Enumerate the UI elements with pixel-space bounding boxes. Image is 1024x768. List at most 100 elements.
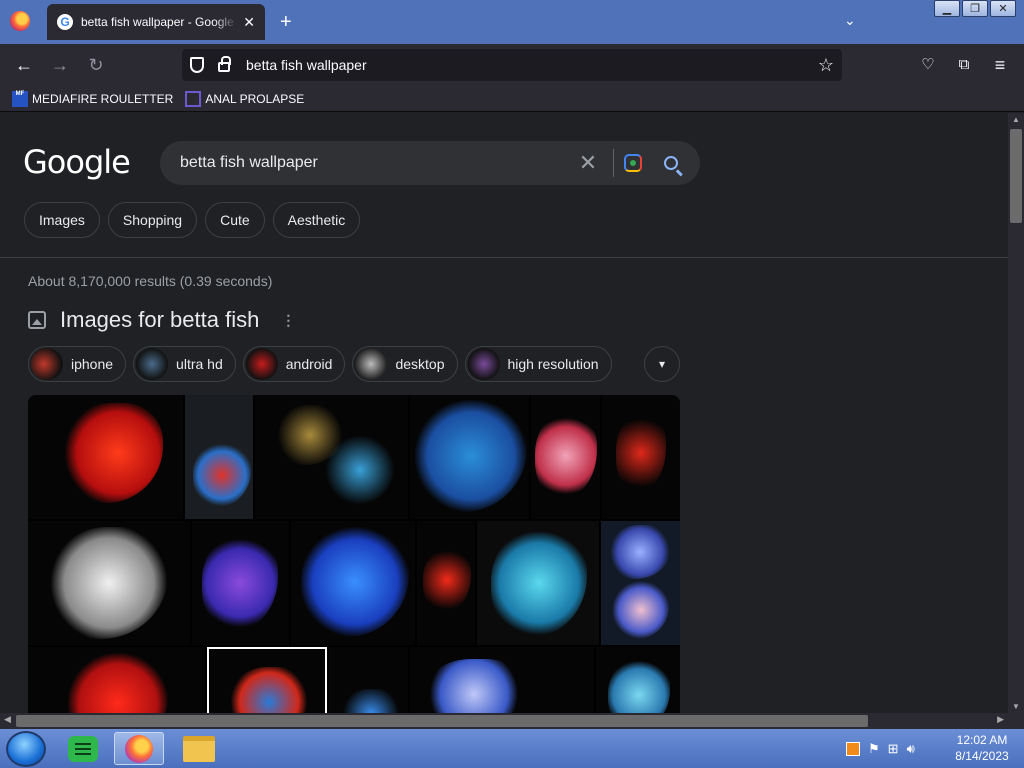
image-result[interactable] (291, 521, 415, 645)
flag-icon[interactable]: ⚑ (868, 741, 880, 757)
scroll-up-arrow-icon[interactable]: ▲ (1012, 115, 1020, 124)
tracking-protection-shield-icon[interactable] (190, 57, 204, 73)
tab-google-search[interactable]: G betta fish wallpaper - Google Search ✕ (47, 4, 265, 40)
clear-search-icon[interactable]: ✕ (573, 150, 603, 176)
taskbar-file-explorer[interactable] (174, 732, 224, 765)
new-tab-button[interactable]: + (280, 10, 292, 34)
close-window-button[interactable]: ✕ (990, 0, 1016, 17)
image-result[interactable] (596, 647, 680, 713)
chip-cute[interactable]: Cute (205, 202, 265, 238)
refine-chip-ultra-hd[interactable]: ultra hd (133, 346, 236, 382)
expand-chips-chevron-icon[interactable]: ▾ (644, 346, 680, 382)
more-options-icon[interactable]: ⋮ (281, 312, 295, 329)
image-result[interactable] (329, 647, 408, 713)
refine-chip-high-resolution[interactable]: high resolution (464, 346, 612, 382)
image-result[interactable] (409, 395, 530, 519)
bookmark-label: MEDIAFIRE ROULETTER (32, 91, 174, 106)
system-tray: ⚑ ⊞ 🔊︎ (846, 741, 923, 757)
clock-date: 8/14/2023 (955, 749, 1009, 763)
reload-icon[interactable]: ↻ (84, 53, 108, 77)
image-result[interactable] (602, 395, 680, 519)
pocket-icon[interactable]: ♡ (916, 53, 940, 77)
image-result[interactable] (28, 521, 190, 645)
extensions-puzzle-icon[interactable]: ⧉ (952, 53, 976, 77)
image-result[interactable] (410, 647, 594, 713)
chip-thumbnail (136, 348, 169, 380)
image-result[interactable] (184, 395, 254, 519)
page-content: Google betta fish wallpaper ✕ Images Sho… (0, 113, 1008, 713)
chip-label: high resolution (507, 356, 599, 372)
minimize-button[interactable]: ▁ (934, 0, 960, 17)
scroll-right-arrow-icon[interactable]: ▶ (997, 714, 1004, 725)
chip-thumbnail (245, 348, 278, 380)
list-all-tabs-chevron-icon[interactable]: ⌄ (844, 12, 856, 29)
bookmark-label: ANAL PROLAPSE (205, 91, 305, 106)
back-arrow-icon[interactable]: ← (12, 53, 36, 77)
scroll-down-arrow-icon[interactable]: ▼ (1012, 702, 1020, 711)
chip-thumbnail (467, 348, 500, 380)
chip-images[interactable]: Images (24, 202, 100, 238)
menu-hamburger-icon[interactable]: ≡ (988, 53, 1012, 77)
tab-strip: G betta fish wallpaper - Google Search ✕… (0, 0, 1024, 44)
chip-label: ultra hd (176, 356, 223, 372)
refine-chip-android[interactable]: android (242, 346, 346, 382)
vertical-scrollbar[interactable]: ▲ ▼ (1008, 113, 1024, 713)
image-result[interactable] (28, 647, 205, 713)
notes-icon (68, 735, 98, 762)
image-result[interactable] (417, 521, 475, 645)
bookmark-mediafire-rouletter[interactable]: MF MEDIAFIRE ROULETTER (12, 90, 174, 107)
image-result-selected[interactable] (207, 647, 327, 713)
bookmark-star-icon[interactable]: ☆ (818, 55, 834, 76)
bookmark-anal-prolapse[interactable]: ANAL PROLAPSE (185, 90, 305, 107)
tab-title: betta fish wallpaper - Google Search (81, 15, 237, 29)
chip-shopping[interactable]: Shopping (107, 202, 198, 238)
refine-chip-desktop[interactable]: desktop (352, 346, 458, 382)
image-result[interactable] (192, 521, 289, 645)
forward-arrow-icon[interactable]: → (48, 53, 72, 77)
window-controls: ▁ ❐ ✕ (932, 0, 1016, 18)
tray-app-icon[interactable] (846, 742, 860, 756)
volume-icon[interactable]: 🔊︎ (907, 741, 915, 757)
image-result[interactable] (255, 395, 408, 519)
chip-label: desktop (395, 356, 445, 372)
image-grid (28, 395, 680, 713)
chip-aesthetic[interactable]: Aesthetic (272, 202, 361, 238)
refine-chip-iphone[interactable]: iphone (28, 346, 127, 382)
taskbar-clock[interactable]: 12:02 AM 8/14/2023 (950, 732, 1014, 764)
taskbar-firefox[interactable] (114, 732, 164, 765)
search-box[interactable]: betta fish wallpaper ✕ (160, 141, 700, 185)
horizontal-scroll-thumb[interactable] (16, 715, 868, 727)
clock-time: 12:02 AM (956, 733, 1008, 747)
header-divider (0, 257, 1008, 258)
images-section-title[interactable]: Images for betta fish (60, 307, 259, 333)
chip-thumbnail (355, 348, 388, 380)
network-icon[interactable]: ⊞ (888, 741, 899, 757)
url-text[interactable]: betta fish wallpaper (246, 57, 818, 73)
firefox-icon[interactable] (10, 11, 30, 31)
search-divider (613, 149, 614, 177)
bookmark-favicon-icon (185, 90, 202, 107)
scrollbar-corner (1008, 713, 1024, 729)
google-lens-icon[interactable] (624, 154, 642, 172)
scroll-left-arrow-icon[interactable]: ◀ (4, 714, 11, 725)
vertical-scroll-thumb[interactable] (1010, 129, 1022, 223)
lock-icon[interactable] (218, 56, 231, 72)
image-result[interactable] (531, 395, 601, 519)
close-tab-icon[interactable]: ✕ (243, 14, 255, 31)
firefox-icon (125, 734, 153, 763)
url-bar[interactable]: betta fish wallpaper ☆ (182, 49, 842, 81)
image-result[interactable] (601, 521, 680, 645)
image-result[interactable] (28, 395, 183, 519)
restore-button[interactable]: ❐ (962, 0, 988, 17)
image-refinement-chips: iphone ultra hd android desktop high res… (28, 346, 619, 382)
search-filter-chips: Images Shopping Cute Aesthetic (24, 202, 368, 238)
start-button[interactable] (6, 731, 46, 767)
image-result[interactable] (477, 521, 599, 645)
search-input[interactable]: betta fish wallpaper (180, 154, 573, 172)
taskbar-notes-app[interactable] (58, 732, 108, 765)
google-logo[interactable]: Google (23, 143, 131, 181)
mediafire-icon: MF (12, 90, 28, 107)
horizontal-scrollbar[interactable]: ◀ ▶ (0, 713, 1008, 729)
image-row (28, 647, 680, 713)
search-icon[interactable] (664, 156, 678, 170)
